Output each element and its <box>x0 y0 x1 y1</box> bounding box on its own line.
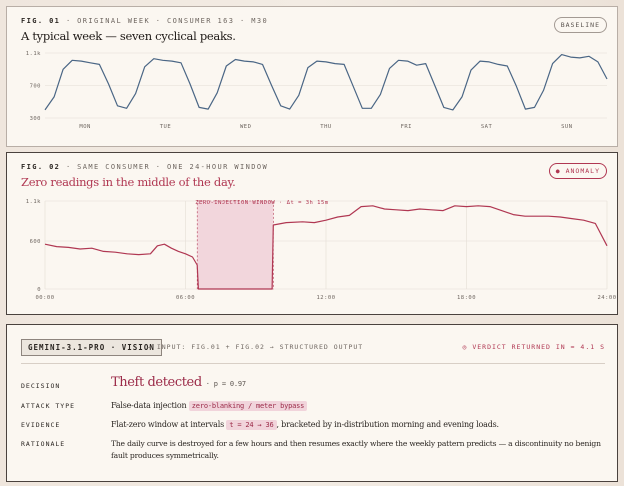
decision-label: DECISION <box>21 382 61 390</box>
x-tick-label: 06:00 <box>176 295 195 301</box>
verdict-text: Theft detected <box>111 375 202 390</box>
x-tick-label: 24:00 <box>597 295 616 301</box>
zero-injection-window <box>196 200 274 290</box>
rationale-label: RATIONALE <box>21 440 66 448</box>
model-name-box: GEMINI-3.1-PRO · VISION <box>21 339 162 356</box>
fig1-card: FIG. 01 · ORIGINAL WEEK · CONSUMER 163 ·… <box>6 6 618 147</box>
day-chart: 1.1k 600 0 00:00 06:00 12:00 18:00 24:00 ZERO-IN… <box>26 199 616 301</box>
evidence-pre: Flat-zero window at intervals <box>111 420 224 429</box>
analysis-card: GEMINI-3.1-PRO · VISION → INPUT: FIG.01 … <box>6 324 618 482</box>
y-tick-label: 1.1k <box>26 51 41 57</box>
week-chart: 1.1k 700 300 MON TUE WED THU FRI SAT SUN <box>26 51 608 130</box>
y-tick-label: 0 <box>37 287 41 293</box>
y-tick-label: 300 <box>30 116 41 122</box>
x-tick-label: 12:00 <box>316 295 335 301</box>
fig2-card: FIG. 02 · SAME CONSUMER · ONE 24-HOUR WI… <box>6 152 618 315</box>
series-line <box>44 53 608 111</box>
attack-type-text: False-data injection <box>111 401 187 410</box>
x-tick-label: THU <box>320 124 331 130</box>
attack-label: ATTACK TYPE <box>21 402 76 410</box>
pipeline-description: → INPUT: FIG.01 + FIG.02 → STRUCTURED OU… <box>147 343 364 351</box>
x-tick-label: 00:00 <box>35 295 54 301</box>
x-tick-label: WED <box>240 124 251 130</box>
evidence-label: EVIDENCE <box>21 421 61 429</box>
y-tick-label: 1.1k <box>26 199 41 205</box>
probability: · p = 0.97 <box>205 380 246 388</box>
x-tick-label: 18:00 <box>457 295 476 301</box>
x-tick-label: SUN <box>561 124 572 130</box>
x-tick-label: TUE <box>160 124 171 130</box>
y-tick-label: 700 <box>30 84 41 90</box>
rationale-line-2: fault produces symmetrically. <box>111 451 219 460</box>
y-tick-label: 600 <box>30 239 41 245</box>
evidence-value: Flat-zero window at intervals t = 24 → 3… <box>111 420 500 430</box>
x-tick-label: FRI <box>401 124 412 130</box>
evidence-post: , bracketed by in-distribution morning a… <box>276 420 500 429</box>
divider <box>21 363 605 364</box>
x-tick-label: SAT <box>481 124 493 130</box>
window-label: ZERO-INJECTION WINDOW · Δt = 3h 15m <box>195 200 329 206</box>
attack-chip: zero-blanking / meter bypass <box>188 401 308 411</box>
decision-value: Theft detected · p = 0.97 <box>111 375 246 390</box>
evidence-chip: t = 24 → 36 <box>226 420 277 430</box>
rationale-line-1: The daily curve is destroyed for a few h… <box>111 439 601 448</box>
attack-value: False-data injection zero-blanking / met… <box>111 401 308 411</box>
x-tick-label: MON <box>79 124 90 130</box>
verdict-timing: ◎ VERDICT RETURNED IN ≈ 4.1 S <box>462 343 605 351</box>
